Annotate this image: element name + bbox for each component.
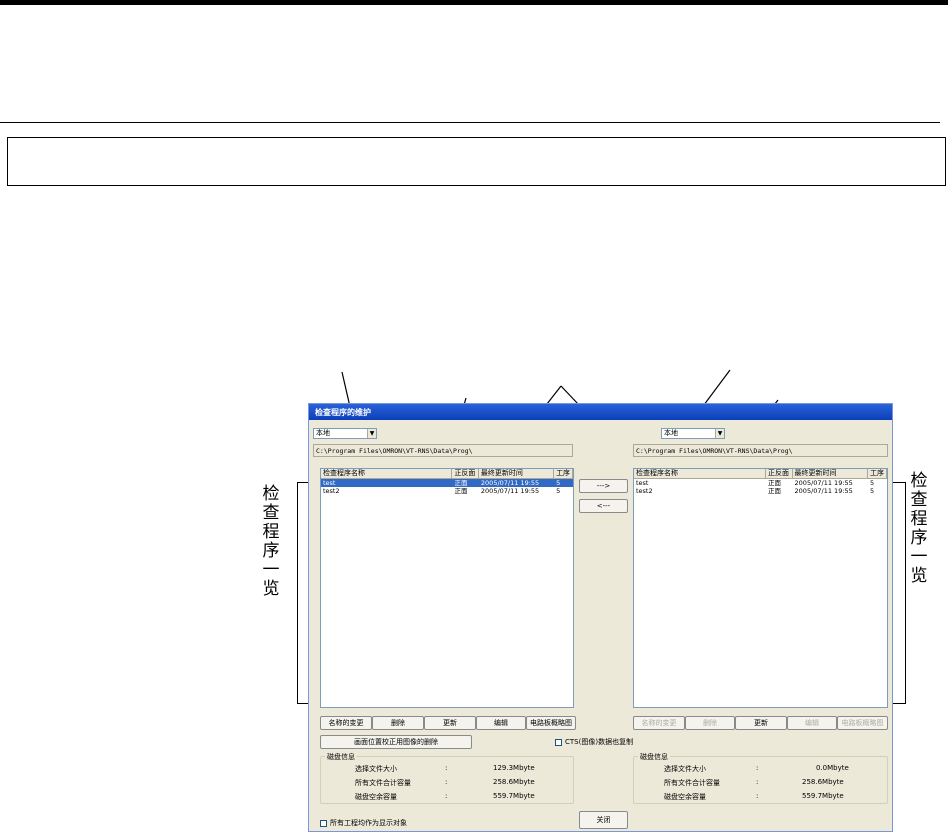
- rename-button[interactable]: 名称的变更: [633, 716, 685, 730]
- board-overview-button[interactable]: 电路板概略图: [526, 716, 576, 730]
- sep: :: [445, 778, 448, 786]
- col-time[interactable]: 最终更新时间: [793, 469, 868, 478]
- right-side-label: 检查程序一览: [910, 471, 928, 586]
- right-disk-info: 磁盘信息 选择文件大小: 0.0Mbyte 所有文件合计容量: 258.6Mbyte…: [633, 752, 888, 804]
- label: 磁盘空余容量: [355, 793, 397, 801]
- label: 磁盘空余容量: [664, 793, 706, 801]
- sep: :: [756, 778, 759, 786]
- col-process[interactable]: 工序: [868, 469, 887, 478]
- left-location-select[interactable]: 本地 ▼: [313, 428, 377, 439]
- cell: 正面: [454, 479, 468, 487]
- col-side[interactable]: 正反面: [452, 469, 479, 478]
- left-disk-info: 磁盘信息 选择文件大小: 129.3Mbyte 所有文件合计容量: 258.6Mby…: [320, 752, 574, 804]
- list-item[interactable]: test 正面 2005/07/11 19:55 5: [634, 479, 887, 487]
- col-side[interactable]: 正反面: [766, 469, 793, 478]
- chevron-down-icon: ▼: [367, 429, 376, 438]
- cell: 5: [870, 487, 875, 495]
- sep: :: [756, 792, 759, 800]
- value: 129.3Mbyte: [493, 764, 535, 772]
- right-location-value: 本地: [664, 429, 678, 437]
- col-name[interactable]: 检查程序名称: [321, 469, 453, 478]
- list-item[interactable]: test 正面 2005/07/11 19:55 5: [321, 479, 573, 487]
- value: 258.6Mbyte: [802, 778, 844, 786]
- cell: 2005/07/11 19:55: [480, 479, 540, 487]
- list-header: 检查程序名称 正反面 最终更新时间 工序: [634, 469, 887, 479]
- edit-button[interactable]: 编辑: [787, 716, 837, 730]
- disk-info-title: 磁盘信息: [638, 752, 670, 762]
- label: 所有文件合计容量: [664, 779, 720, 787]
- copy-right-button[interactable]: --->: [579, 479, 628, 493]
- cell: 2005/07/11 19:55: [794, 479, 853, 487]
- cell: 5: [556, 479, 561, 487]
- copy-left-button[interactable]: <---: [579, 499, 628, 513]
- cell: 2005/07/11 19:55: [480, 487, 540, 495]
- sep: :: [445, 764, 448, 772]
- cell: 正面: [768, 487, 782, 495]
- label: 选择文件大小: [355, 765, 397, 773]
- list-item[interactable]: test2 正面 2005/07/11 19:55 5: [634, 487, 887, 495]
- update-button[interactable]: 更新: [424, 716, 476, 730]
- left-program-list[interactable]: 检查程序名称 正反面 最终更新时间 工序 test 正面 2005/07/11 19:55…: [320, 468, 574, 708]
- cell: test: [323, 479, 336, 487]
- update-button[interactable]: 更新: [735, 716, 787, 730]
- label: 选择文件大小: [664, 765, 706, 773]
- left-side-label: 检查程序一览: [262, 484, 280, 599]
- cell: test2: [323, 487, 340, 495]
- rename-button[interactable]: 名称的变更: [320, 716, 372, 730]
- sep: :: [756, 764, 759, 772]
- checkbox-label: CTS(图像)数据也复制: [565, 738, 634, 746]
- cell: test: [636, 479, 649, 487]
- dialog-title: 检查程序的维护: [309, 404, 892, 420]
- cell: 正面: [768, 479, 782, 487]
- chevron-down-icon: ▼: [715, 429, 724, 438]
- cts-copy-checkbox[interactable]: CTS(图像)数据也复制: [555, 737, 633, 747]
- value: 0.0Mbyte: [816, 764, 849, 772]
- delete-position-image-button[interactable]: 画面位置校正用图像的删除: [320, 735, 472, 749]
- board-overview-button[interactable]: 电路板概略图: [837, 716, 888, 730]
- value: 258.6Mbyte: [493, 778, 535, 786]
- list-header: 检查程序名称 正反面 最终更新时间 工序: [321, 469, 573, 479]
- right-location-select[interactable]: 本地 ▼: [661, 428, 725, 439]
- value: 559.7Mbyte: [802, 792, 844, 800]
- col-process[interactable]: 工序: [554, 469, 573, 478]
- delete-button[interactable]: 删除: [685, 716, 735, 730]
- delete-button[interactable]: 删除: [372, 716, 424, 730]
- checkbox-label: 所有工程均作为显示对象: [330, 819, 407, 827]
- cell: 5: [556, 487, 561, 495]
- list-item[interactable]: test2 正面 2005/07/11 19:55 5: [321, 487, 573, 495]
- label: 所有文件合计容量: [355, 779, 411, 787]
- checkbox-box[interactable]: [555, 738, 562, 746]
- sep: :: [445, 792, 448, 800]
- col-time[interactable]: 最终更新时间: [479, 469, 555, 478]
- right-path-field[interactable]: C:\Program Files\OMRON\VT-RNS\Data\Prog\: [633, 444, 888, 457]
- edit-button[interactable]: 编辑: [476, 716, 526, 730]
- all-projects-checkbox[interactable]: 所有工程均作为显示对象: [320, 818, 407, 828]
- cell: test2: [636, 487, 653, 495]
- left-location-value: 本地: [316, 429, 330, 437]
- cell: 5: [870, 479, 875, 487]
- cell: 正面: [454, 487, 468, 495]
- right-program-list[interactable]: 检查程序名称 正反面 最终更新时间 工序 test 正面 2005/07/11 19:55…: [633, 468, 888, 708]
- checkbox-box[interactable]: [320, 819, 327, 827]
- disk-info-title: 磁盘信息: [325, 752, 357, 762]
- col-name[interactable]: 检查程序名称: [634, 469, 766, 478]
- close-button[interactable]: 关闭: [579, 811, 628, 829]
- cell: 2005/07/11 19:55: [794, 487, 853, 495]
- value: 559.7Mbyte: [493, 792, 535, 800]
- program-maintenance-dialog: 检查程序的维护 本地 ▼ C:\Program Files\OMRON\VT-RN…: [308, 403, 893, 832]
- left-path-field[interactable]: C:\Program Files\OMRON\VT-RNS\Data\Prog\: [313, 444, 573, 457]
